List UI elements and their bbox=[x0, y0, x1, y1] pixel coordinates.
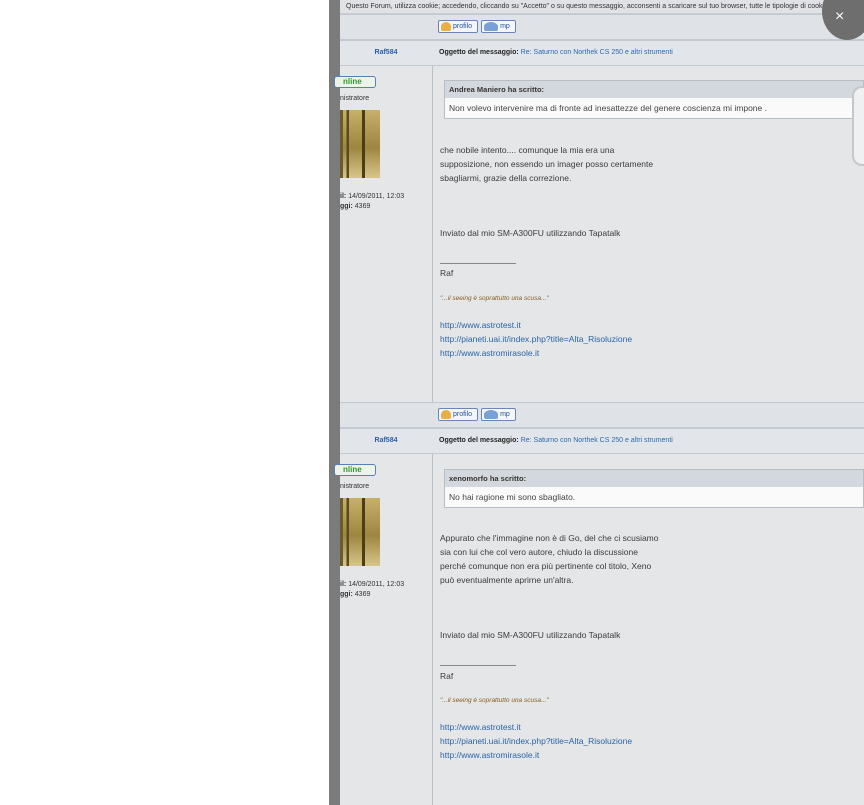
profile-button[interactable]: profilo bbox=[438, 20, 479, 33]
pm-button[interactable]: mp bbox=[481, 408, 516, 421]
signature-link[interactable]: http://www.astromirasole.it bbox=[440, 348, 539, 358]
quote-body: Non volevo intervenire ma di fronte ad i… bbox=[445, 98, 863, 118]
post-text-line: può eventualmente aprirne un'altra. bbox=[440, 575, 574, 585]
post-text-line: che nobile intento.... comunque la mia e… bbox=[440, 145, 615, 155]
user-role: nistratore bbox=[340, 95, 370, 102]
post-text-line: supposizione, non essendo un imager poss… bbox=[440, 159, 654, 169]
signature-divider bbox=[440, 665, 516, 666]
signature-link[interactable]: http://www.astromirasole.it bbox=[440, 750, 539, 760]
user-icon bbox=[441, 410, 451, 419]
post-header: Raf584 Oggetto del messaggio: Re: Saturn… bbox=[340, 428, 864, 454]
signature-link[interactable]: http://pianeti.uai.it/index.php?title=Al… bbox=[440, 736, 632, 746]
post-header: Raf584 Oggetto del messaggio: Re: Saturn… bbox=[340, 40, 864, 66]
sent-from-note: Inviato dal mio SM-A300FU utilizzando Ta… bbox=[440, 228, 621, 238]
user-icon bbox=[441, 22, 451, 31]
quote-box: Andrea Maniero ha scritto: Non volevo in… bbox=[444, 80, 864, 119]
forum-screenshot: Questo Forum, utilizza cookie; accedendo… bbox=[329, 0, 864, 805]
signature-name: Raf bbox=[440, 268, 454, 278]
user-meta: il: 14/09/2011, 12:03 ggi: 4369 bbox=[340, 581, 405, 598]
post-author[interactable]: Raf584 bbox=[340, 49, 432, 56]
pm-button[interactable]: mp bbox=[481, 20, 516, 33]
user-meta: il: 14/09/2011, 12:03 ggi: 4369 bbox=[340, 193, 405, 210]
post-subject: Oggetto del messaggio: Re: Saturno con N… bbox=[439, 437, 673, 444]
signature-motto: "...il seeing è soprattutto una scusa...… bbox=[440, 295, 549, 302]
post-text-line: sia con lui che col vero autore, chiudo … bbox=[440, 547, 638, 557]
user-role: nistratore bbox=[340, 483, 370, 490]
post-author[interactable]: Raf584 bbox=[340, 437, 432, 444]
quote-header: xenomorfo ha scritto: bbox=[445, 470, 863, 487]
post-text-line: sbagliarmi, grazie della correzione. bbox=[440, 173, 572, 183]
signature-link[interactable]: http://www.astrotest.it bbox=[440, 722, 521, 732]
online-badge: nline bbox=[334, 464, 376, 476]
quote-header: Andrea Maniero ha scritto: bbox=[445, 81, 863, 98]
forum-page: Questo Forum, utilizza cookie; accedendo… bbox=[334, 0, 864, 805]
online-badge: nline bbox=[334, 76, 376, 88]
signature-link[interactable]: http://www.astrotest.it bbox=[440, 320, 521, 330]
post-text-line: Appurato che l'immagine non è di Go, del… bbox=[440, 533, 659, 543]
quote-box: xenomorfo ha scritto: No hai ragione mi … bbox=[444, 469, 864, 508]
side-scroll-tab[interactable] bbox=[852, 86, 864, 166]
post-actions-bar: profilo mp bbox=[340, 402, 864, 428]
users-icon bbox=[484, 22, 499, 31]
signature-name: Raf bbox=[440, 671, 454, 681]
profile-button[interactable]: profilo bbox=[438, 408, 479, 421]
post-text-line: perché comunque non era più pertinente c… bbox=[440, 561, 652, 571]
users-icon bbox=[484, 410, 499, 419]
quote-body: No hai ragione mi sono sbagliato. bbox=[445, 487, 863, 507]
signature-motto: "...il seeing è soprattutto una scusa...… bbox=[440, 697, 549, 704]
signature-link[interactable]: http://pianeti.uai.it/index.php?title=Al… bbox=[440, 334, 632, 344]
post-actions-bar: profilo mp bbox=[340, 14, 864, 40]
avatar bbox=[340, 110, 380, 178]
post-subject: Oggetto del messaggio: Re: Saturno con N… bbox=[439, 49, 673, 56]
cookie-banner[interactable]: Questo Forum, utilizza cookie; accedendo… bbox=[340, 0, 864, 14]
signature-divider bbox=[440, 263, 516, 264]
sent-from-note: Inviato dal mio SM-A300FU utilizzando Ta… bbox=[440, 630, 621, 640]
avatar bbox=[340, 498, 380, 566]
